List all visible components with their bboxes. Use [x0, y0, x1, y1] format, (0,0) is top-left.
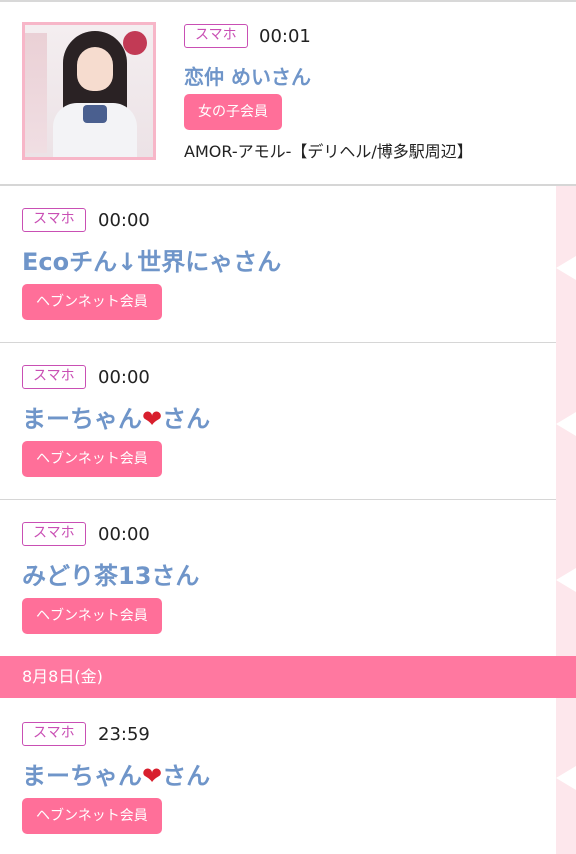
heart-icon: ❤ — [142, 762, 163, 790]
heart-icon: ❤ — [142, 405, 163, 433]
name-text: まーちゃん — [22, 405, 142, 433]
photo-bow — [83, 105, 107, 123]
rail-notch — [556, 412, 576, 436]
device-chip: スマホ — [22, 208, 86, 232]
photo-badge-icon — [123, 31, 147, 55]
member-name-link[interactable]: みどり茶13さん — [22, 556, 199, 591]
access-entry[interactable]: スマホ 00:00 みどり茶13さん ヘブンネット会員 — [0, 500, 556, 656]
rail-notch — [556, 256, 576, 280]
girl-photo[interactable] — [22, 22, 156, 160]
rail-notch — [556, 568, 576, 592]
device-chip: スマホ — [22, 722, 86, 746]
member-type-button[interactable]: ヘブンネット会員 — [22, 598, 162, 634]
device-chip: スマホ — [22, 365, 86, 389]
access-entry[interactable]: スマホ 23:59 まーちゃん❤さん ヘブンネット会員 — [0, 700, 556, 854]
name-suffix: さん — [162, 762, 211, 790]
name-text: まーちゃん — [22, 762, 142, 790]
access-time: 00:01 — [259, 26, 311, 47]
access-entry[interactable]: スマホ 00:00 まーちゃん❤さん ヘブンネット会員 — [0, 343, 556, 499]
member-type-button[interactable]: ヘブンネット会員 — [22, 798, 162, 834]
access-entry[interactable]: スマホ 00:00 Ecoチん↓世界にゃさん ヘブンネット会員 — [0, 186, 556, 342]
device-chip: スマホ — [22, 522, 86, 546]
device-chip: スマホ — [184, 24, 248, 48]
access-time: 23:59 — [98, 724, 150, 745]
access-entry-girl[interactable]: スマホ 00:01 恋仲 めいさん 女の子会員 AMOR-アモル-【デリヘル/博… — [0, 2, 576, 184]
shop-name[interactable]: AMOR-アモル-【デリヘル/博多駅周辺】 — [184, 138, 473, 162]
side-rail — [556, 698, 576, 854]
member-type-button[interactable]: 女の子会員 — [184, 94, 282, 130]
member-name-link[interactable]: まーちゃん❤さん — [22, 399, 210, 434]
member-type-button[interactable]: ヘブンネット会員 — [22, 441, 162, 477]
member-type-button[interactable]: ヘブンネット会員 — [22, 284, 162, 320]
photo-banner-stripe — [25, 33, 47, 153]
access-time: 00:00 — [98, 367, 150, 388]
member-name-link[interactable]: まーちゃん❤さん — [22, 756, 210, 791]
date-header: 8月8日(金) — [0, 656, 576, 698]
member-name-link[interactable]: 恋仲 めいさん — [184, 61, 311, 90]
name-suffix: さん — [162, 405, 211, 433]
photo-face — [77, 47, 113, 91]
access-time: 00:00 — [98, 210, 150, 231]
member-name-link[interactable]: Ecoチん↓世界にゃさん — [22, 242, 281, 277]
access-time: 00:00 — [98, 524, 150, 545]
side-rail — [556, 186, 576, 656]
rail-notch — [556, 766, 576, 790]
